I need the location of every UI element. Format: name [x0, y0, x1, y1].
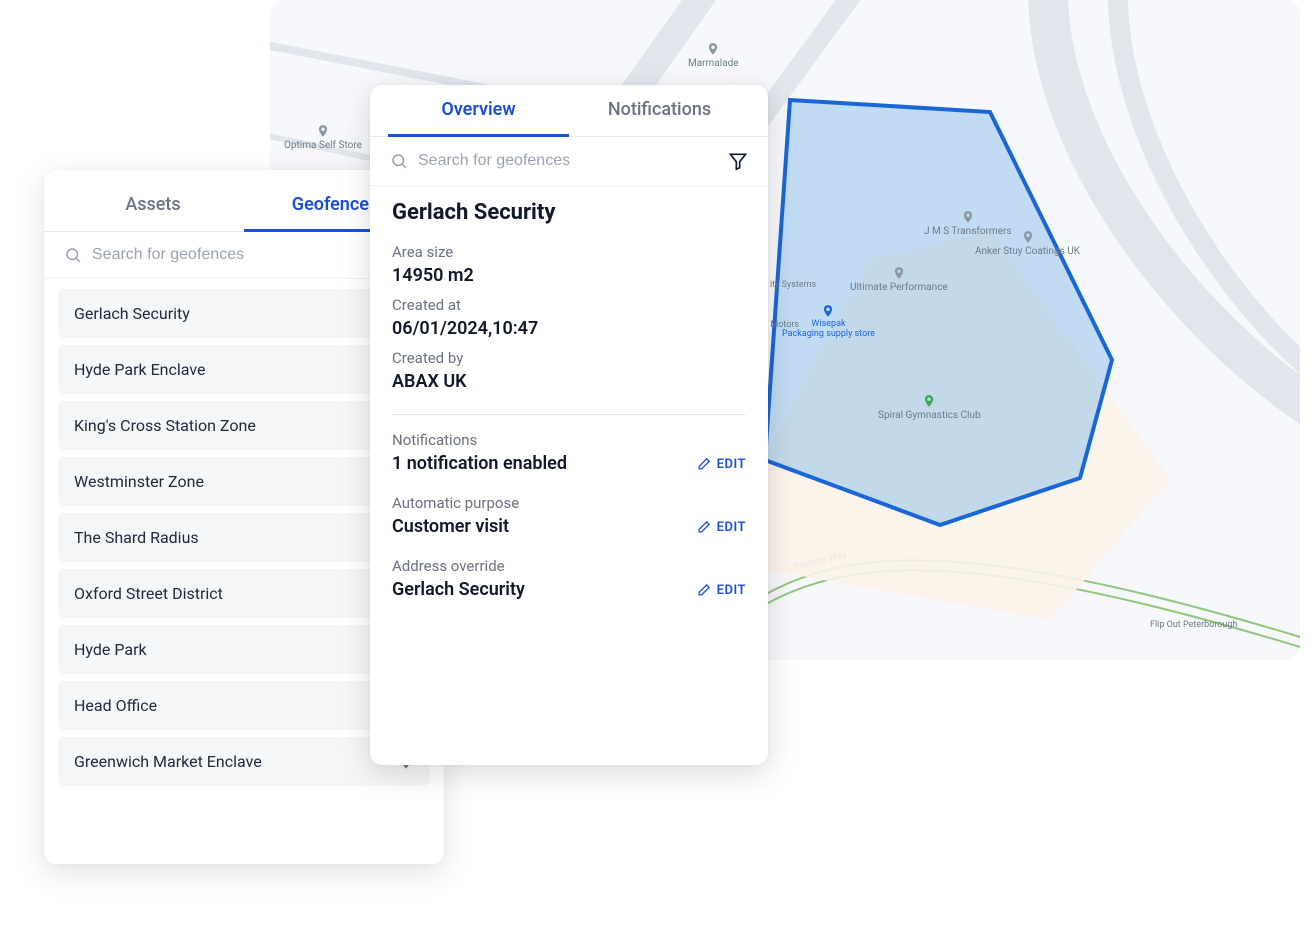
pencil-icon: [696, 520, 711, 535]
map-poi-label: ity Systems: [770, 280, 816, 290]
created-by-value: ABAX UK: [392, 371, 746, 392]
tab-assets[interactable]: Assets: [62, 180, 244, 231]
created-at-label: Created at: [392, 296, 746, 314]
created-at-value: 06/01/2024,10:47: [392, 318, 746, 339]
map-poi-label: Flip Out Peterborough: [1150, 620, 1237, 630]
map-poi-label: Spiral Gymnastics Club: [878, 410, 981, 421]
divider: [392, 414, 746, 415]
edit-address-button[interactable]: EDIT: [696, 583, 746, 600]
map-poi-optima[interactable]: Optima Self Store: [284, 122, 362, 151]
search-icon: [64, 246, 82, 264]
area-size-label: Area size: [392, 243, 746, 261]
tab-overview[interactable]: Overview: [388, 85, 569, 136]
purpose-value: Customer visit: [392, 516, 519, 537]
detail-tabs: Overview Notifications: [370, 85, 768, 137]
map-poi-ultimate[interactable]: Ultimate Performance: [850, 264, 948, 293]
tab-notifications[interactable]: Notifications: [569, 85, 750, 136]
detail-search-input[interactable]: [418, 152, 718, 170]
pencil-icon: [696, 457, 711, 472]
edit-purpose-button[interactable]: EDIT: [696, 520, 746, 537]
map-poi-label: Anker Stuy Coatings UK: [975, 246, 1080, 257]
map-poi-flip[interactable]: Flip Out Peterborough: [1150, 620, 1237, 630]
created-by-label: Created by: [392, 349, 746, 367]
filter-icon[interactable]: [728, 151, 748, 171]
map-poi-anker[interactable]: Anker Stuy Coatings UK: [975, 228, 1080, 257]
edit-notifications-button[interactable]: EDIT: [696, 457, 746, 474]
search-icon: [390, 152, 408, 170]
map-poi-systems: ity Systems: [770, 280, 816, 290]
map-poi-wisepak[interactable]: Wisepak Packaging supply store: [782, 302, 875, 340]
pencil-icon: [696, 583, 711, 598]
geofence-detail-panel: Overview Notifications Gerlach Security …: [370, 85, 768, 765]
map-poi-label: Optima Self Store: [284, 140, 362, 151]
area-size-value: 14950 m2: [392, 265, 746, 286]
map-poi-spiral[interactable]: Spiral Gymnastics Club: [878, 392, 981, 421]
address-label: Address override: [392, 557, 525, 575]
notifications-label: Notifications: [392, 431, 567, 449]
map-poi-sublabel: Packaging supply store: [782, 330, 875, 340]
map-poi-label: Marmalade: [688, 58, 739, 69]
notifications-value: 1 notification enabled: [392, 453, 567, 474]
geofence-title: Gerlach Security: [392, 190, 746, 233]
map-poi-label: Ultimate Performance: [850, 282, 948, 293]
purpose-label: Automatic purpose: [392, 494, 519, 512]
address-value: Gerlach Security: [392, 579, 525, 600]
map-poi-marmalade[interactable]: Marmalade: [688, 40, 739, 69]
detail-search-row: [370, 137, 768, 186]
